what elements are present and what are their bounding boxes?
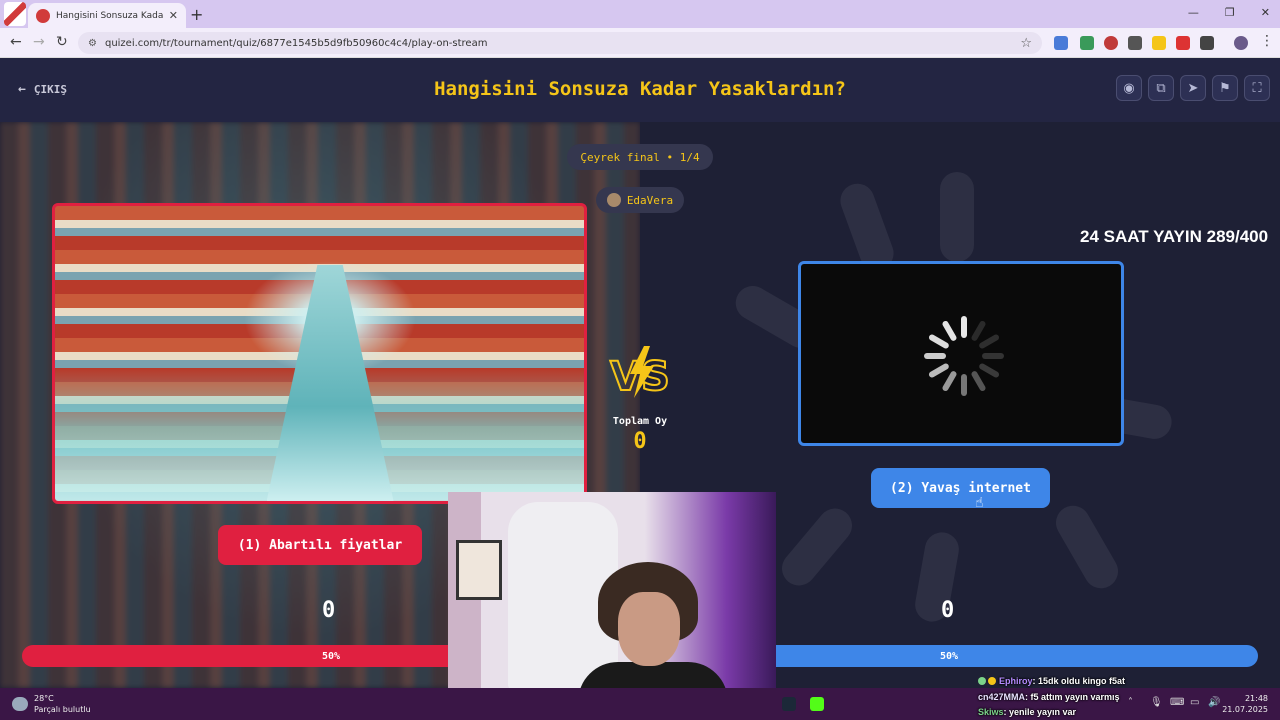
copy-button[interactable]: ⧉	[1148, 75, 1174, 101]
extension-icon[interactable]	[1080, 36, 1094, 50]
tab-title: Hangisini Sonsuza Kadar Yasaklardın	[56, 10, 163, 21]
menu-kebab-icon[interactable]: ⋮	[1260, 33, 1274, 49]
option-1-percent-label: 50%	[321, 650, 341, 662]
flag-icon: ⚑	[1219, 80, 1231, 96]
reload-icon[interactable]: ↻	[56, 34, 68, 50]
chat-text: : 15dk oldu kingo f5at	[1032, 676, 1126, 686]
fullscreen-button[interactable]: ⛶	[1244, 75, 1270, 101]
favicon-icon	[36, 8, 50, 23]
option-2-vote-count: 0	[941, 598, 955, 623]
back-icon[interactable]: ←	[10, 34, 22, 50]
close-window-icon[interactable]: ✕	[1261, 6, 1270, 19]
network-icon[interactable]: ▭	[1190, 697, 1199, 708]
creator-name: EdaVera	[626, 193, 674, 207]
option-1-image[interactable]	[52, 203, 587, 504]
background-spinner-spoke	[775, 501, 859, 593]
background-spinner-spoke	[1049, 499, 1125, 595]
extension-icon[interactable]	[1152, 36, 1166, 50]
chat-message: Skiws: yenile yayın var	[978, 705, 1138, 720]
profile-avatar[interactable]	[1234, 36, 1248, 50]
mouse-cursor-icon: ☝	[975, 495, 984, 511]
close-tab-icon[interactable]: ✕	[169, 9, 178, 22]
view-button[interactable]: ◉	[1116, 75, 1142, 101]
clock-time: 21:48	[1244, 694, 1268, 703]
app-header: ← ÇIKIŞ Hangisini Sonsuza Kadar Yasaklar…	[0, 58, 1280, 122]
send-icon: ➤	[1187, 80, 1199, 96]
microphone-icon[interactable]: 🎙	[1150, 697, 1163, 708]
browser-tab[interactable]: Hangisini Sonsuza Kadar Yasaklardın ✕	[28, 3, 186, 28]
chat-text: : f5 attım yayın varmış	[1025, 691, 1120, 702]
versus-icon: VS	[609, 346, 671, 400]
window-controls: — ❐ ✕	[1188, 6, 1270, 19]
chat-text: : yenile yayın var	[1003, 707, 1077, 717]
chat-username: Ephiroy	[999, 676, 1033, 686]
url-text: quizei.com/tr/tournament/quiz/6877e1545b…	[104, 37, 488, 49]
keyboard-icon[interactable]: ⌨	[1170, 697, 1184, 708]
chat-username: cn427MMA	[978, 691, 1026, 702]
option-2-image[interactable]	[798, 261, 1124, 446]
chat-message: cn427MMA: f5 attım yayın varmış	[978, 690, 1138, 706]
bookmark-star-icon[interactable]: ☆	[1020, 36, 1032, 51]
extensions-puzzle-icon[interactable]	[1200, 36, 1214, 50]
report-button[interactable]: ⚑	[1212, 75, 1238, 101]
copy-icon: ⧉	[1156, 80, 1166, 96]
forward-icon[interactable]: →	[33, 34, 45, 50]
app-logo-icon	[4, 2, 26, 26]
translate-extension-icon[interactable]	[1054, 36, 1068, 50]
background-spinner-spoke	[940, 172, 974, 262]
extension-icon[interactable]	[1176, 36, 1190, 50]
weather-widget[interactable]: 28°C Parçalı bulutlu	[12, 693, 91, 715]
chat-message: Ephiroy: 15dk oldu kingo f5at	[978, 674, 1138, 690]
total-votes-label: Toplam Oy	[612, 416, 668, 427]
temperature: 28°C	[34, 694, 54, 703]
total-votes-value: 0	[633, 429, 647, 454]
fullscreen-icon: ⛶	[1252, 80, 1262, 96]
supermarket-aisle-image	[266, 265, 394, 501]
chat-badge-icon	[978, 677, 986, 685]
omnibox[interactable]: ⚙ quizei.com/tr/tournament/quiz/6877e154…	[78, 32, 1042, 54]
wall-frame	[456, 540, 502, 600]
kick-live-icon[interactable]	[810, 697, 824, 711]
stream-overlay-title: 24 SAAT YAYIN 289/400	[1080, 227, 1269, 246]
new-tab-button[interactable]: +	[190, 5, 203, 24]
minimize-icon[interactable]: —	[1188, 6, 1199, 19]
page-title: Hangisini Sonsuza Kadar Yasaklardın?	[434, 78, 846, 100]
extension-icon[interactable]	[1128, 36, 1142, 50]
round-label: Çeyrek final • 1/4	[580, 150, 700, 164]
site-info-icon[interactable]: ⚙	[88, 38, 97, 49]
weather-condition: Parçalı bulutlu	[34, 705, 91, 714]
stream-chat-overlay: Ephiroy: 15dk oldu kingo f5at cn427MMA: …	[978, 674, 1138, 720]
volume-icon[interactable]: 🔊	[1208, 697, 1220, 708]
clock-date: 21.07.2025	[1222, 705, 1268, 714]
extension-icon[interactable]	[1104, 36, 1118, 50]
eye-icon: ◉	[1123, 80, 1135, 96]
webcam-overlay	[448, 492, 776, 720]
restore-icon[interactable]: ❐	[1225, 6, 1235, 19]
chat-badge-icon	[988, 677, 996, 685]
creator-avatar	[606, 193, 621, 207]
address-bar-row: ← → ↻ ⚙ quizei.com/tr/tournament/quiz/68…	[0, 28, 1280, 58]
weather-cloud-icon	[12, 697, 28, 711]
share-button[interactable]: ➤	[1180, 75, 1206, 101]
option-1-button[interactable]: (1) Abartılı fiyatlar	[218, 525, 422, 565]
chat-username: Skiws	[978, 707, 1004, 717]
option-2-button[interactable]: (2) Yavaş internet	[871, 468, 1050, 508]
browser-tab-bar: Hangisini Sonsuza Kadar Yasaklardın ✕ + …	[0, 0, 1280, 28]
creator-badge[interactable]: EdaVera	[596, 187, 684, 213]
option-1-vote-count: 0	[322, 598, 336, 623]
option-2-percent-label: 50%	[939, 650, 959, 662]
system-clock[interactable]: 21:48 21.07.2025	[1222, 693, 1268, 715]
steam-icon[interactable]	[782, 697, 796, 711]
round-badge: Çeyrek final • 1/4	[567, 144, 713, 170]
